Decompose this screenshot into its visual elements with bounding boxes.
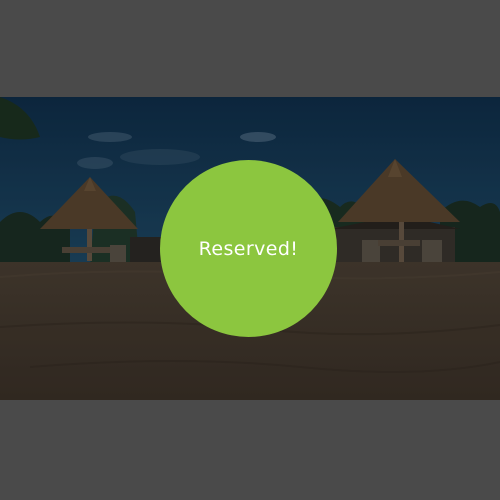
reserved-label: Reserved!: [198, 237, 299, 260]
reserved-badge: Reserved!: [160, 160, 337, 337]
